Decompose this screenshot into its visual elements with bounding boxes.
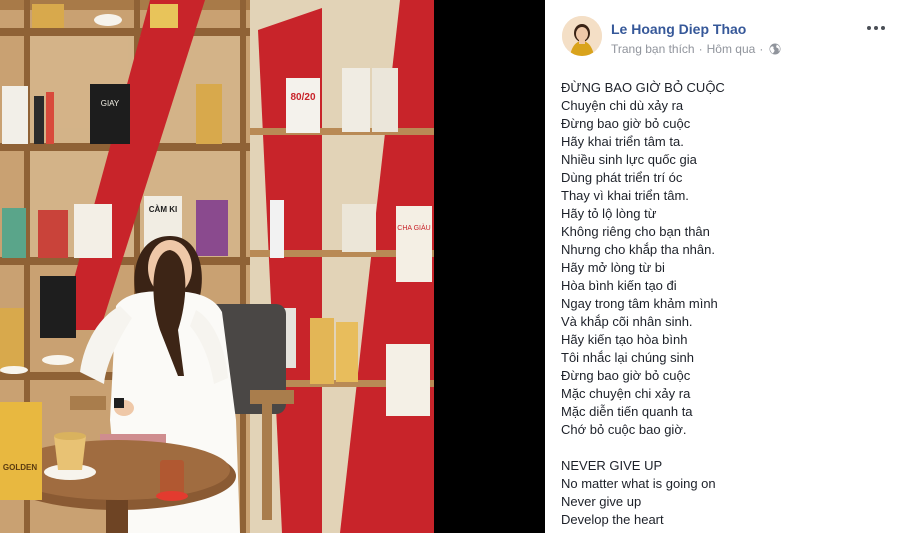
poem-line: Ngay trong tâm khảm mình bbox=[561, 296, 718, 311]
poem-line: Đừng bao giờ bỏ cuộc bbox=[561, 116, 691, 131]
golden-box bbox=[0, 402, 42, 500]
svg-text:GIAY: GIAY bbox=[101, 99, 120, 108]
author-avatar[interactable] bbox=[562, 16, 602, 56]
poem-title-en: NEVER GIVE UP bbox=[561, 458, 663, 473]
poem-line: Chớ bỏ cuộc bao giờ. bbox=[561, 422, 687, 437]
post-meta: Trang bạn thích · Hôm qua · bbox=[611, 42, 781, 56]
poem-line: Mặc diễn tiến quanh ta bbox=[561, 404, 693, 419]
more-dot bbox=[881, 26, 885, 30]
poem-line: Hãy mở lòng từ bi bbox=[561, 260, 665, 275]
post-photo[interactable]: GIAY 80/20 CÀM KI CHA GIÀU GOLDEN bbox=[0, 0, 434, 533]
post-header: Le Hoang Diep Thao Trang bạn thích · Hôm… bbox=[562, 16, 888, 60]
poem-line: Chuyện chi dù xảy ra bbox=[561, 98, 684, 113]
page-liked-link[interactable]: Trang bạn thích bbox=[611, 42, 695, 56]
poem-line-en: Never give up bbox=[561, 494, 642, 509]
poem-line: Dùng phát triển trí óc bbox=[561, 170, 683, 185]
poem-line: Và khắp cõi nhân sinh. bbox=[561, 314, 693, 329]
stanza-gap bbox=[561, 439, 892, 457]
svg-text:CÀM KI: CÀM KI bbox=[149, 205, 177, 214]
meta-separator-2: · bbox=[759, 42, 764, 56]
poem-line: Không riêng cho bạn thân bbox=[561, 224, 710, 239]
lightbox-gap bbox=[434, 0, 545, 533]
more-dot bbox=[867, 26, 871, 30]
poem-line: Đừng bao giờ bỏ cuộc bbox=[561, 368, 691, 383]
poem-line: Hòa bình kiến tạo đi bbox=[561, 278, 677, 293]
photo-scene: GIAY 80/20 CÀM KI CHA GIÀU GOLDEN bbox=[0, 0, 434, 533]
poem-line: Hãy tỏ lộ lòng từ bbox=[561, 206, 657, 221]
poem-line-en: No matter what is going on bbox=[561, 476, 716, 491]
post-panel: Le Hoang Diep Thao Trang bạn thích · Hôm… bbox=[545, 0, 900, 533]
poem-line-en: Develop the heart bbox=[561, 512, 664, 527]
globe-icon[interactable] bbox=[769, 43, 781, 55]
poem-line: Mặc chuyện chi xảy ra bbox=[561, 386, 691, 401]
avatar-image bbox=[562, 16, 602, 56]
poem-line: Thay vì khai triển tâm. bbox=[561, 188, 689, 203]
post-text: ĐỪNG BAO GIỜ BỎ CUỘC Chuyện chi dù xảy r… bbox=[561, 79, 892, 529]
svg-text:80/20: 80/20 bbox=[290, 92, 315, 103]
poem-english: NEVER GIVE UP No matter what is going on… bbox=[561, 457, 892, 529]
svg-text:CHA GIÀU: CHA GIÀU bbox=[397, 223, 430, 232]
svg-text:GOLDEN: GOLDEN bbox=[3, 463, 37, 472]
poem-line: Nhưng cho khắp tha nhân. bbox=[561, 242, 715, 257]
more-options-icon[interactable] bbox=[864, 20, 888, 36]
poem-line: Tôi nhắc lại chúng sinh bbox=[561, 350, 694, 365]
meta-separator: · bbox=[698, 42, 703, 56]
author-name-link[interactable]: Le Hoang Diep Thao bbox=[611, 21, 746, 37]
poem-line: Hãy kiến tạo hòa bình bbox=[561, 332, 688, 347]
poem-vietnamese: ĐỪNG BAO GIỜ BỎ CUỘC Chuyện chi dù xảy r… bbox=[561, 79, 892, 439]
poem-line: Hãy khai triển tâm ta. bbox=[561, 134, 684, 149]
post-timestamp[interactable]: Hôm qua bbox=[707, 42, 756, 56]
more-dot bbox=[874, 26, 878, 30]
poem-title: ĐỪNG BAO GIỜ BỎ CUỘC bbox=[561, 80, 725, 95]
poem-line: Nhiều sinh lực quốc gia bbox=[561, 152, 697, 167]
